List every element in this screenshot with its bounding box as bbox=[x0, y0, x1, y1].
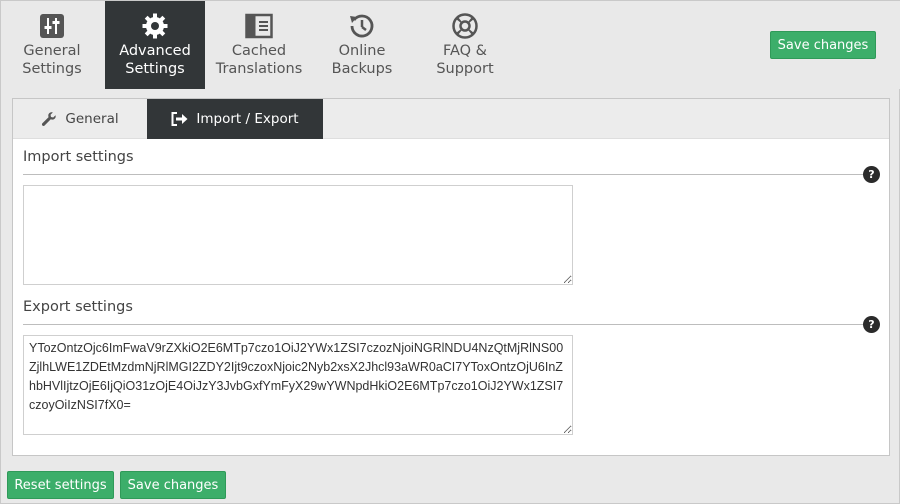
import-settings-textarea[interactable] bbox=[23, 185, 573, 285]
save-changes-bottom-button[interactable]: Save changes bbox=[120, 471, 226, 499]
tab-general-settings[interactable]: General Settings bbox=[1, 1, 103, 89]
tab-cached-translations-label: Cached Translations bbox=[215, 43, 303, 77]
settings-window: General Settings Advanced Settings Cache… bbox=[0, 0, 900, 504]
tab-online-backups-label: Online Backups bbox=[331, 43, 393, 77]
export-settings-textarea[interactable]: YTozOntzOjc6ImFwaV9rZXkiO2E6MTp7czo1OiJ2… bbox=[23, 335, 573, 435]
tab-general-settings-label: General Settings bbox=[22, 43, 82, 77]
subtab-bar: General Import / Export bbox=[13, 99, 889, 139]
export-settings-title: Export settings bbox=[23, 299, 133, 315]
sign-out-icon bbox=[171, 112, 188, 126]
tab-faq-support-label: FAQ & Support bbox=[436, 43, 494, 77]
tab-cached-translations[interactable]: Cached Translations bbox=[207, 1, 311, 89]
tab-faq-support[interactable]: FAQ & Support bbox=[415, 1, 515, 89]
top-navigation: General Settings Advanced Settings Cache… bbox=[1, 1, 900, 89]
import-help-icon[interactable]: ? bbox=[863, 166, 880, 183]
settings-panel: General Import / Export Import settings … bbox=[12, 98, 890, 456]
sliders-icon bbox=[38, 12, 66, 40]
subtab-general[interactable]: General bbox=[13, 99, 147, 139]
wrench-icon bbox=[41, 111, 57, 127]
save-changes-top-button[interactable]: Save changes bbox=[770, 31, 876, 59]
tab-advanced-settings[interactable]: Advanced Settings bbox=[105, 1, 205, 89]
export-divider bbox=[23, 324, 867, 325]
gear-icon bbox=[141, 12, 169, 40]
subtab-import-export[interactable]: Import / Export bbox=[147, 99, 323, 139]
tab-advanced-settings-label: Advanced Settings bbox=[119, 43, 191, 77]
import-settings-title: Import settings bbox=[23, 149, 134, 165]
reset-settings-button[interactable]: Reset settings bbox=[7, 471, 114, 499]
history-icon bbox=[348, 12, 376, 40]
import-divider bbox=[23, 174, 867, 175]
subtab-import-export-label: Import / Export bbox=[196, 111, 299, 127]
tab-online-backups[interactable]: Online Backups bbox=[313, 1, 411, 89]
columns-icon bbox=[245, 12, 273, 40]
lifebuoy-icon bbox=[451, 12, 479, 40]
subtab-general-label: General bbox=[65, 111, 119, 127]
export-help-icon[interactable]: ? bbox=[863, 316, 880, 333]
